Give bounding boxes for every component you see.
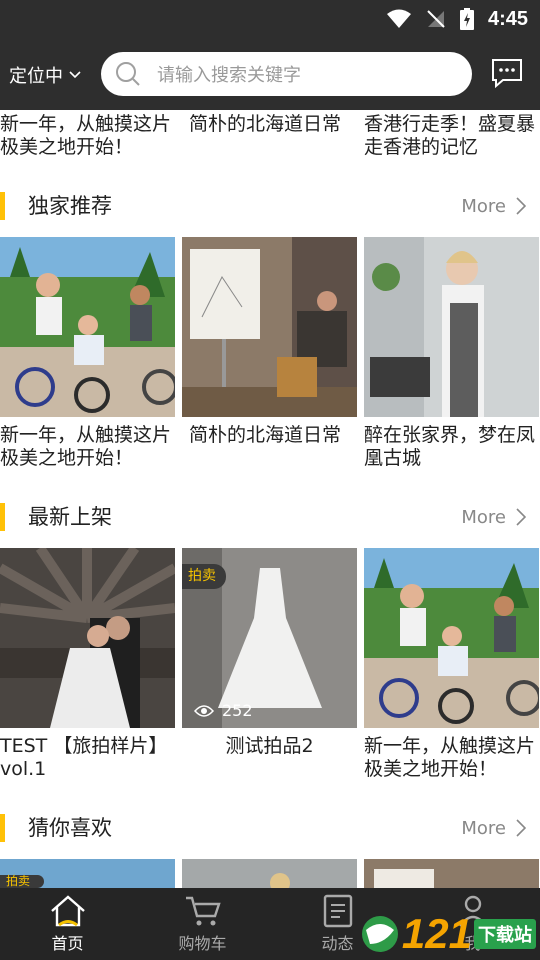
- card-image[interactable]: [364, 548, 539, 728]
- nav-label: 首页: [51, 934, 84, 953]
- nav-label: 购物车: [178, 934, 227, 953]
- feed-icon: [323, 894, 352, 928]
- card-image[interactable]: [364, 859, 539, 888]
- more-label: More: [461, 817, 506, 839]
- section-accent-bar: [0, 192, 5, 220]
- site-watermark: 121 下载站: [360, 910, 536, 958]
- section-accent-bar: [0, 503, 5, 531]
- card-image[interactable]: [182, 237, 357, 417]
- more-link[interactable]: More: [461, 190, 526, 222]
- section-accent-bar: [0, 814, 5, 842]
- watermark-text: 下载站: [474, 919, 536, 949]
- globe-logo-icon: [361, 916, 398, 952]
- battery-charging-icon: [459, 8, 474, 30]
- search-bar[interactable]: 请输入搜索关键字: [101, 52, 472, 96]
- watermark-number: 121: [401, 910, 472, 957]
- card-caption[interactable]: 香港行走季！盛夏暴走香港的记忆: [364, 113, 536, 159]
- card-image[interactable]: 拍卖: [0, 859, 175, 888]
- clock: 4:45: [487, 7, 528, 30]
- card-image[interactable]: [0, 237, 175, 417]
- auction-badge: 拍卖: [182, 564, 226, 589]
- section-header-exclusive: 独家推荐 More: [0, 190, 540, 222]
- search-icon: [116, 62, 140, 86]
- card-caption[interactable]: 新一年，从触摸这片极美之地开始！: [0, 113, 172, 159]
- view-count-value: 252: [222, 701, 253, 720]
- chevron-down-icon: [69, 71, 81, 79]
- section-header-guess-you-like: 猜你喜欢 More: [0, 812, 540, 844]
- nav-home[interactable]: 首页: [0, 888, 135, 960]
- nav-label: 动态: [321, 934, 354, 953]
- location-label: 定位中: [9, 66, 63, 87]
- section-title: 最新上架: [28, 505, 112, 529]
- more-label: More: [461, 506, 506, 528]
- card-caption[interactable]: 测试拍品2: [182, 735, 357, 758]
- search-input[interactable]: 请输入搜索关键字: [157, 61, 301, 87]
- chevron-right-icon: [516, 197, 526, 215]
- card-image[interactable]: [364, 237, 539, 417]
- chevron-right-icon: [516, 508, 526, 526]
- nav-cart[interactable]: 购物车: [135, 888, 270, 960]
- no-signal-icon: [427, 10, 445, 28]
- app-header: 定位中 请输入搜索关键字: [0, 38, 540, 110]
- more-link[interactable]: More: [461, 812, 526, 844]
- card-caption[interactable]: 醉在张家界，梦在凤凰古城: [364, 424, 536, 470]
- section-title: 猜你喜欢: [28, 816, 112, 840]
- location-selector[interactable]: 定位中: [9, 62, 81, 88]
- card-image[interactable]: [182, 859, 357, 888]
- view-count: 252: [194, 701, 253, 720]
- cart-icon: [185, 896, 221, 926]
- eye-icon: [194, 704, 214, 717]
- card-image[interactable]: 拍卖 252: [182, 548, 357, 728]
- card-image[interactable]: [0, 548, 175, 728]
- auction-badge: 拍卖: [0, 875, 44, 888]
- message-icon[interactable]: [490, 58, 524, 88]
- section-header-new-arrivals: 最新上架 More: [0, 501, 540, 533]
- chevron-right-icon: [516, 819, 526, 837]
- wifi-icon: [386, 9, 411, 28]
- more-label: More: [461, 195, 506, 217]
- card-caption[interactable]: 简朴的北海道日常: [189, 424, 361, 447]
- more-link[interactable]: More: [461, 501, 526, 533]
- section-title: 独家推荐: [28, 194, 112, 218]
- status-bar: 4:45: [0, 0, 540, 38]
- card-caption[interactable]: 新一年，从触摸这片极美之地开始！: [0, 424, 172, 470]
- card-caption[interactable]: 简朴的北海道日常: [189, 113, 361, 136]
- card-caption[interactable]: 新一年，从触摸这片极美之地开始！: [364, 735, 536, 781]
- home-icon: [50, 895, 85, 927]
- card-caption[interactable]: TEST 【旅拍样片】vol.1: [0, 735, 172, 781]
